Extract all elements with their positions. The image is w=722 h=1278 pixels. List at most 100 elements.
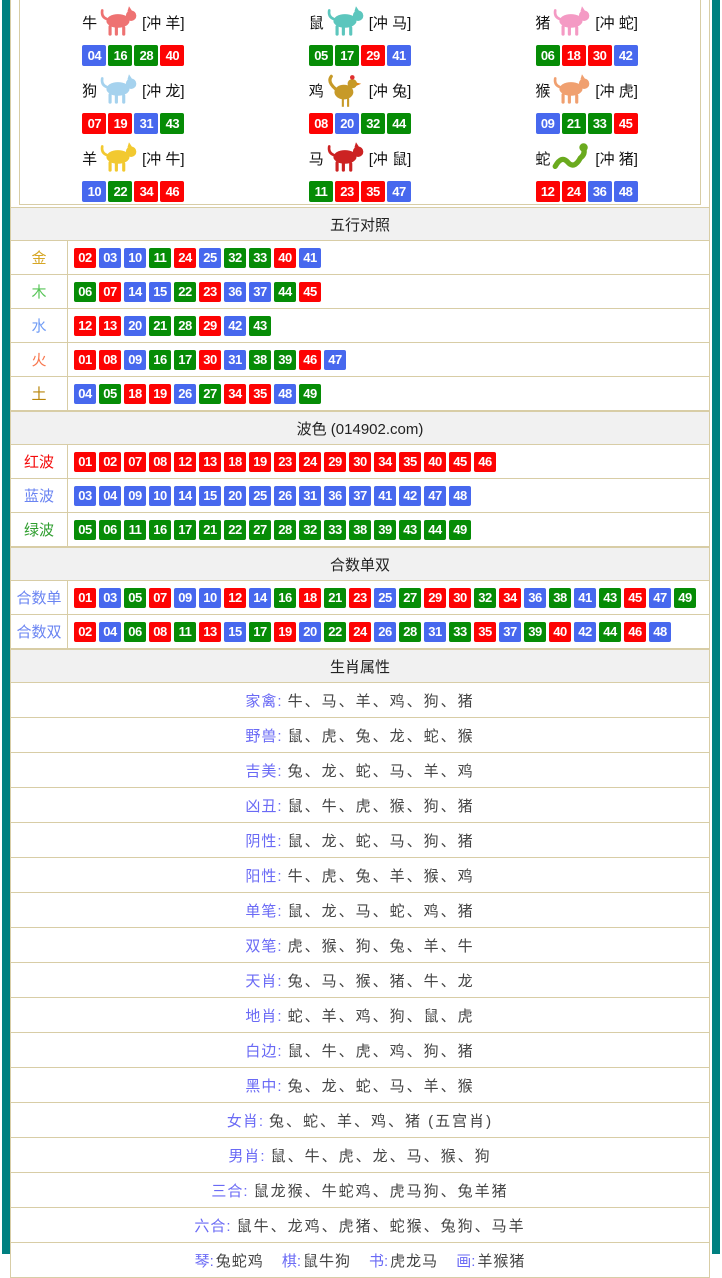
attribute-label: 女肖: <box>227 1110 264 1131</box>
attribute-row: 单笔:鼠、龙、马、蛇、鸡、猪 <box>11 893 709 928</box>
number-ball: 28 <box>399 622 421 642</box>
row-label-text: 木 <box>31 281 46 302</box>
number-ball: 25 <box>249 486 271 506</box>
attribute-row: 天肖:兔、马、猴、猪、牛、龙 <box>11 963 709 998</box>
number-ball: 41 <box>387 45 411 66</box>
zodiac-name-row: 猴[冲 虎] <box>535 70 638 110</box>
number-ball: 12 <box>536 181 560 202</box>
zodiac-panel: 牛[冲 羊]04162840鼠[冲 马]05172941猪[冲 蛇]061830… <box>19 0 701 205</box>
zodiac-clash: [冲 蛇] <box>595 12 638 33</box>
zodiac-clash: [冲 羊] <box>142 12 185 33</box>
number-ball: 27 <box>199 384 221 404</box>
number-ball: 33 <box>449 622 471 642</box>
number-ball: 47 <box>424 486 446 506</box>
attribute-row: 男肖:鼠、牛、虎、龙、马、猴、狗 <box>11 1138 709 1173</box>
number-row: 合数单0103050709101214161821232527293032343… <box>11 581 709 615</box>
row-label-text: 绿波 <box>24 519 54 540</box>
number-ball: 37 <box>499 622 521 642</box>
ball-list: 05061116172122272832333839434449 <box>74 520 471 540</box>
number-ball: 47 <box>387 181 411 202</box>
number-ball: 49 <box>449 520 471 540</box>
number-ball: 01 <box>74 452 96 472</box>
number-ball: 38 <box>249 350 271 370</box>
row-label: 土 <box>11 377 68 410</box>
number-ball: 09 <box>124 350 146 370</box>
number-ball: 41 <box>574 588 596 608</box>
number-ball: 29 <box>324 452 346 472</box>
number-ball: 07 <box>124 452 146 472</box>
number-ball: 04 <box>74 384 96 404</box>
attribute-value: 鼠、牛、虎、鸡、狗、猪 <box>288 1040 475 1061</box>
number-ball: 29 <box>199 316 221 336</box>
attribute-row: 凶丑:鼠、牛、虎、猴、狗、猪 <box>11 788 709 823</box>
number-ball: 17 <box>249 622 271 642</box>
zodiac-numbers: 10223446 <box>82 181 184 202</box>
number-ball: 12 <box>74 316 96 336</box>
number-ball: 25 <box>199 248 221 268</box>
arts-value: 兔蛇鸡 <box>216 1250 264 1271</box>
pig-icon <box>551 5 593 39</box>
arts-label: 棋: <box>282 1250 301 1271</box>
number-ball: 24 <box>349 622 371 642</box>
attribute-value: 鼠、虎、兔、龙、蛇、猴 <box>288 725 475 746</box>
number-ball: 34 <box>134 181 158 202</box>
number-ball: 45 <box>299 282 321 302</box>
attribute-value: 牛、虎、兔、羊、猴、鸡 <box>288 865 475 886</box>
number-ball: 28 <box>174 316 196 336</box>
number-ball: 33 <box>324 520 346 540</box>
ox-icon <box>98 5 140 39</box>
number-ball: 49 <box>299 384 321 404</box>
zodiac-attributes-header: 生肖属性 <box>11 649 709 683</box>
number-ball: 38 <box>349 520 371 540</box>
attribute-label: 家禽: <box>245 690 282 711</box>
zodiac-name-row: 猪[冲 蛇] <box>535 2 638 42</box>
zodiac-name: 鸡 <box>309 80 324 101</box>
zodiac-clash: [冲 虎] <box>595 80 638 101</box>
number-ball: 36 <box>524 588 546 608</box>
number-ball: 13 <box>199 452 221 472</box>
zodiac-cell: 蛇[冲 猪]12243648 <box>473 136 700 204</box>
number-ball: 33 <box>588 113 612 134</box>
number-ball: 40 <box>160 45 184 66</box>
number-ball: 18 <box>562 45 586 66</box>
number-ball: 18 <box>124 384 146 404</box>
zodiac-cell: 鼠[冲 马]05172941 <box>247 0 474 68</box>
number-ball: 48 <box>649 622 671 642</box>
attribute-row: 阳性:牛、虎、兔、羊、猴、鸡 <box>11 858 709 893</box>
attribute-row: 家禽:牛、马、羊、鸡、狗、猪 <box>11 683 709 718</box>
zodiac-name: 牛 <box>82 12 97 33</box>
zodiac-numbers: 08203244 <box>309 113 411 134</box>
number-ball: 43 <box>249 316 271 336</box>
number-ball: 29 <box>361 45 385 66</box>
number-ball: 48 <box>614 181 638 202</box>
number-ball: 22 <box>224 520 246 540</box>
row-label-text: 蓝波 <box>24 485 54 506</box>
number-ball: 43 <box>599 588 621 608</box>
number-ball: 32 <box>224 248 246 268</box>
attribute-value: 兔、龙、蛇、马、羊、鸡 <box>288 760 475 781</box>
arts-segment: 棋:鼠牛狗 <box>282 1250 351 1271</box>
snake-icon <box>551 142 593 174</box>
number-ball: 03 <box>99 588 121 608</box>
number-ball: 41 <box>374 486 396 506</box>
attribute-value: 虎、猴、狗、兔、羊、牛 <box>288 935 475 956</box>
zodiac-name: 鼠 <box>309 12 324 33</box>
attribute-label: 天肖: <box>245 970 282 991</box>
number-ball: 25 <box>374 588 396 608</box>
number-ball: 47 <box>649 588 671 608</box>
zodiac-name-row: 鼠[冲 马] <box>309 2 412 42</box>
number-ball: 12 <box>174 452 196 472</box>
number-ball: 15 <box>149 282 171 302</box>
ball-list: 02031011242532334041 <box>74 248 321 268</box>
number-ball: 35 <box>474 622 496 642</box>
number-ball: 42 <box>614 45 638 66</box>
horse-icon <box>325 141 367 175</box>
number-ball: 11 <box>124 520 146 540</box>
attribute-label: 六合: <box>194 1215 231 1236</box>
number-ball: 42 <box>574 622 596 642</box>
zodiac-name-row: 马[冲 鼠] <box>309 138 412 178</box>
arts-label: 书: <box>369 1250 388 1271</box>
number-ball: 05 <box>309 45 333 66</box>
section-title: 生肖属性 <box>330 656 390 677</box>
number-ball: 30 <box>199 350 221 370</box>
